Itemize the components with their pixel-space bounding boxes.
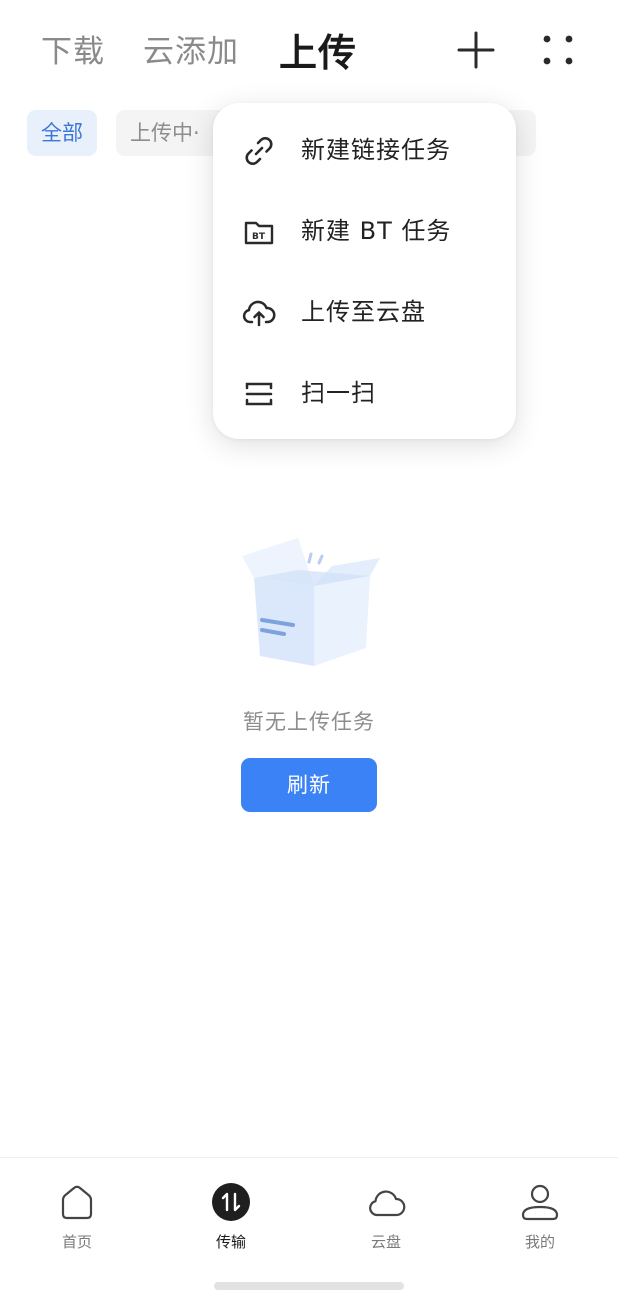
- link-icon: [241, 133, 277, 169]
- home-icon: [57, 1182, 97, 1222]
- nav-item-profile[interactable]: 我的: [495, 1182, 585, 1262]
- nav-label-cloud: 云盘: [370, 1233, 401, 1251]
- tab-upload[interactable]: 上传: [279, 22, 357, 77]
- menu-item-new-link-task[interactable]: 新建链接任务: [213, 115, 516, 185]
- tab-cloud-add[interactable]: 云添加: [143, 26, 239, 71]
- transfer-icon: [211, 1182, 251, 1222]
- more-dots-icon[interactable]: [538, 30, 578, 70]
- refresh-button[interactable]: 刷新: [241, 758, 377, 812]
- add-task-menu: 新建链接任务 BT 新建 BT 任务 上传至云盘 扫一扫: [213, 103, 516, 439]
- nav-item-home[interactable]: 首页: [32, 1182, 122, 1262]
- empty-box-illustration: [238, 530, 384, 676]
- menu-item-label: 新建链接任务: [301, 136, 451, 164]
- scan-icon: [241, 376, 277, 412]
- nav-item-cloud[interactable]: 云盘: [341, 1182, 431, 1262]
- menu-item-label: 上传至云盘: [301, 298, 426, 326]
- menu-item-label: 扫一扫: [301, 379, 376, 407]
- plus-icon[interactable]: [456, 30, 496, 70]
- bt-folder-icon: BT: [241, 214, 277, 250]
- svg-text:BT: BT: [252, 232, 266, 242]
- screen: 下载 云添加 上传 全部 上传中· 0 新建链接任务: [0, 0, 618, 1300]
- cloud-upload-icon: [241, 295, 277, 331]
- nav-label-profile: 我的: [524, 1233, 555, 1251]
- filter-chip-all[interactable]: 全部: [27, 110, 97, 156]
- nav-label-transfer: 传输: [215, 1233, 246, 1251]
- nav-item-transfer[interactable]: 传输: [186, 1182, 276, 1262]
- tab-download[interactable]: 下载: [41, 26, 105, 71]
- home-indicator: [214, 1282, 404, 1290]
- cloud-icon: [366, 1182, 406, 1222]
- menu-item-new-bt-task[interactable]: BT 新建 BT 任务: [213, 196, 516, 266]
- nav-label-home: 首页: [61, 1233, 92, 1251]
- empty-state-message: 暂无上传任务: [243, 710, 375, 734]
- menu-item-scan[interactable]: 扫一扫: [213, 358, 516, 428]
- profile-icon: [520, 1182, 560, 1222]
- menu-item-upload-to-cloud[interactable]: 上传至云盘: [213, 277, 516, 347]
- bottom-nav: 首页 传输 云盘 我的: [0, 1157, 618, 1300]
- menu-item-label: 新建 BT 任务: [301, 217, 452, 245]
